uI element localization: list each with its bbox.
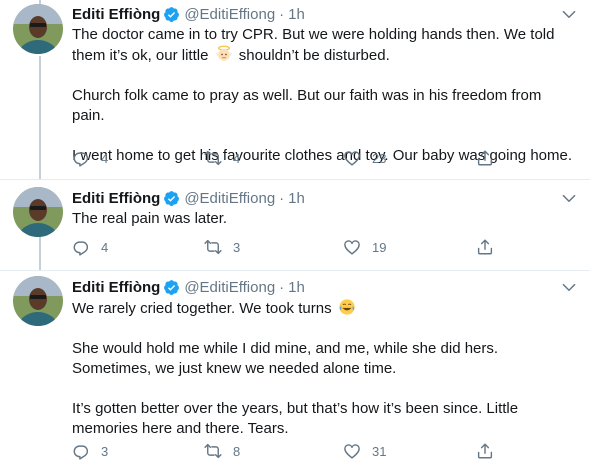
avatar[interactable] [13,276,63,326]
tweet-paragraph: The doctor came in to try CPR. But we we… [72,26,555,64]
reply-count: 4 [101,239,109,255]
timestamp[interactable]: 1h [288,6,305,23]
tweet-text: We rarely cried together. We took turns … [72,298,577,439]
chevron-down-icon[interactable] [560,5,578,23]
tweet-paragraph: The real pain was later. [72,210,228,227]
tweet-paragraph: It’s gotten better over the years, but t… [72,400,519,437]
reply-icon [73,445,89,460]
author-handle[interactable]: @EditiEffiong [184,6,275,23]
author-handle[interactable]: @EditiEffiong [184,190,275,207]
retweet-count: 3 [233,239,241,255]
baby-angel-emoji [215,45,233,63]
retweet-icon [204,239,222,255]
tweet-actions: 4 4 23 [72,148,502,168]
heart-icon [344,151,360,166]
like-count: 23 [372,150,387,166]
timestamp[interactable]: 1h [288,279,305,296]
tweet-actions: 4 3 19 [72,237,502,257]
share-icon [477,239,493,255]
heart-icon [344,444,360,459]
tweet-header: Editi Effiòng @EditiEffiong · 1h [72,188,305,208]
reply-count: 3 [101,443,109,459]
author-handle[interactable]: @EditiEffiong [184,279,275,296]
verified-badge-icon [163,6,180,23]
share-button[interactable] [476,237,494,257]
author-name[interactable]: Editi Effiòng [72,6,160,23]
reply-icon [73,241,89,256]
avatar[interactable] [13,187,63,237]
tweet-actions: 3 8 31 [72,441,502,461]
tweet-text: The real pain was later. [72,209,577,229]
tweet-paragraph: Church folk came to pray as well. But ou… [72,87,542,124]
like-button[interactable]: 23 [343,148,386,168]
tweet-paragraph: She would hold me while I did mine, and … [72,340,499,377]
tweet[interactable]: Editi Effiòng @EditiEffiong · 1h We rare… [0,271,590,470]
separator-dot: · [279,5,285,23]
author-name[interactable]: Editi Effiòng [72,279,160,296]
reply-button[interactable]: 4 [72,237,108,257]
tweet[interactable]: Editi Effiòng @EditiEffiong · 1h The doc… [0,0,590,179]
face-with-tears-of-joy-emoji [338,298,356,316]
share-button[interactable] [476,441,494,461]
tweet[interactable]: Editi Effiòng @EditiEffiong · 1h The rea… [0,180,590,270]
reply-button[interactable]: 4 [72,148,108,168]
retweet-button[interactable]: 4 [204,148,240,168]
retweet-count: 4 [233,150,241,166]
separator-dot: · [279,189,285,207]
share-icon [477,443,493,459]
verified-badge-icon [163,279,180,296]
chevron-down-icon[interactable] [560,278,578,296]
reply-count: 4 [101,150,109,166]
share-icon [477,150,493,166]
reply-button[interactable]: 3 [72,441,108,461]
tweet-header: Editi Effiòng @EditiEffiong · 1h [72,277,305,297]
like-count: 31 [372,443,387,459]
verified-badge-icon [163,190,180,207]
reply-icon [73,152,89,167]
retweet-button[interactable]: 3 [204,237,240,257]
avatar[interactable] [13,4,63,54]
retweet-icon [204,150,222,166]
tweet-header: Editi Effiòng @EditiEffiong · 1h [72,4,305,24]
author-name[interactable]: Editi Effiòng [72,190,160,207]
tweet-paragraph: We rarely cried together. We took turns [72,298,577,319]
like-button[interactable]: 19 [343,237,386,257]
retweet-icon [204,443,222,459]
like-button[interactable]: 31 [343,441,386,461]
timestamp[interactable]: 1h [288,190,305,207]
tweet-text: The doctor came in to try CPR. But we we… [72,25,577,166]
share-button[interactable] [476,148,494,168]
chevron-down-icon[interactable] [560,189,578,207]
separator-dot: · [279,278,285,296]
like-count: 19 [372,239,387,255]
retweet-button[interactable]: 8 [204,441,240,461]
heart-icon [344,240,360,255]
retweet-count: 8 [233,443,241,459]
